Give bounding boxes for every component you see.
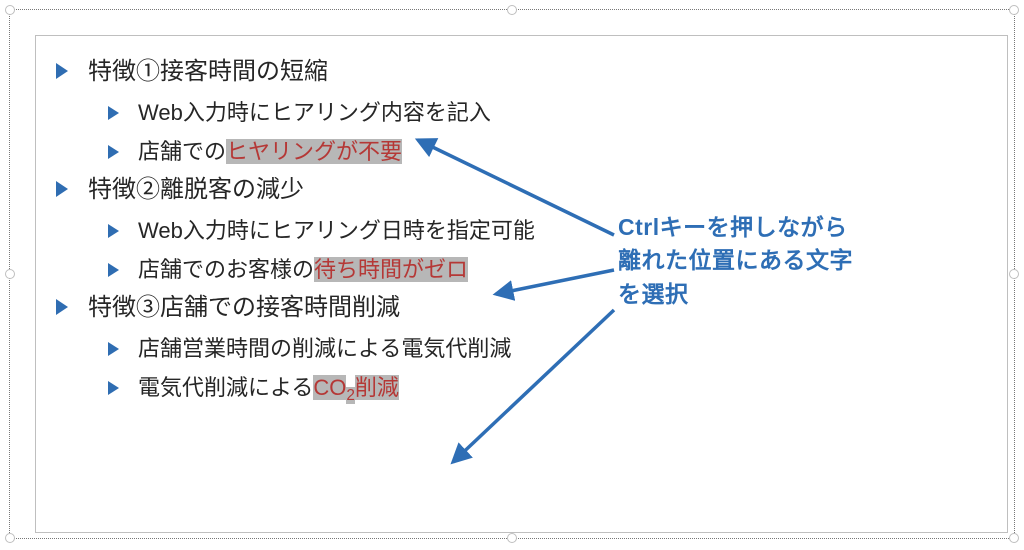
plain-text: Web入力時にヒアリング内容を記入 xyxy=(138,100,491,125)
resize-handle-se-icon[interactable] xyxy=(1009,533,1019,543)
bullet-triangle-icon xyxy=(108,214,138,247)
resize-handle-nw-icon[interactable] xyxy=(5,5,15,15)
selected-text: 削減 xyxy=(355,375,399,400)
resize-handle-s-icon[interactable] xyxy=(507,533,517,543)
resize-handle-sw-icon[interactable] xyxy=(5,533,15,543)
selected-text: CO xyxy=(313,375,346,400)
list-item-text: 電気代削減によるCO2削減 xyxy=(138,371,981,408)
plain-text: 特徴①接客時間の短縮 xyxy=(88,58,328,85)
plain-text: 特徴③店舗での接客時間削減 xyxy=(88,294,400,321)
selected-text: ヒヤリングが不要 xyxy=(226,139,402,164)
plain-text: 店舗営業時間の削減による電気代削減 xyxy=(138,336,511,361)
list-item-text: 店舗でのヒヤリングが不要 xyxy=(138,135,981,168)
plain-text: 店舗でのお客様の xyxy=(138,257,314,282)
list-item-text: 店舗営業時間の削減による電気代削減 xyxy=(138,332,981,365)
bullet-triangle-icon xyxy=(108,371,138,404)
callout-line: Ctrlキーを押しながら xyxy=(618,214,848,240)
callout-line: 離れた位置にある文字 xyxy=(618,247,853,273)
bullet-triangle-icon xyxy=(56,290,88,326)
callout-line: を選択 xyxy=(618,281,689,307)
plain-text: Web入力時にヒアリング日時を指定可能 xyxy=(138,218,535,243)
resize-handle-n-icon[interactable] xyxy=(507,5,517,15)
bullet-triangle-icon xyxy=(56,172,88,208)
bullet-triangle-icon xyxy=(56,54,88,90)
list-item-level2[interactable]: 店舗営業時間の削減による電気代削減 xyxy=(108,332,981,365)
list-item-level2[interactable]: 電気代削減によるCO2削減 xyxy=(108,371,981,408)
plain-text: 特徴②離脱客の減少 xyxy=(88,176,304,203)
plain-text: 店舗での xyxy=(138,139,226,164)
callout-text: Ctrlキーを押しながら 離れた位置にある文字 を選択 xyxy=(618,211,1008,311)
list-item-level1[interactable]: 特徴②離脱客の減少 xyxy=(56,172,981,208)
list-item-level2[interactable]: Web入力時にヒアリング内容を記入 xyxy=(108,96,981,129)
plain-text: 電気代削減による xyxy=(138,375,313,400)
list-item-text: 特徴①接客時間の短縮 xyxy=(88,54,981,90)
list-item-text: 特徴②離脱客の減少 xyxy=(88,172,981,208)
bullet-triangle-icon xyxy=(108,332,138,365)
bullet-triangle-icon xyxy=(108,135,138,168)
selected-text: 待ち時間がゼロ xyxy=(314,257,468,282)
resize-handle-e-icon[interactable] xyxy=(1009,269,1019,279)
bullet-triangle-icon xyxy=(108,96,138,129)
resize-handle-ne-icon[interactable] xyxy=(1009,5,1019,15)
bullet-triangle-icon xyxy=(108,253,138,286)
list-item-level2[interactable]: 店舗でのヒヤリングが不要 xyxy=(108,135,981,168)
resize-handle-w-icon[interactable] xyxy=(5,269,15,279)
list-item-text: Web入力時にヒアリング内容を記入 xyxy=(138,96,981,129)
list-item-level1[interactable]: 特徴①接客時間の短縮 xyxy=(56,54,981,90)
selected-text: 2 xyxy=(346,387,355,404)
